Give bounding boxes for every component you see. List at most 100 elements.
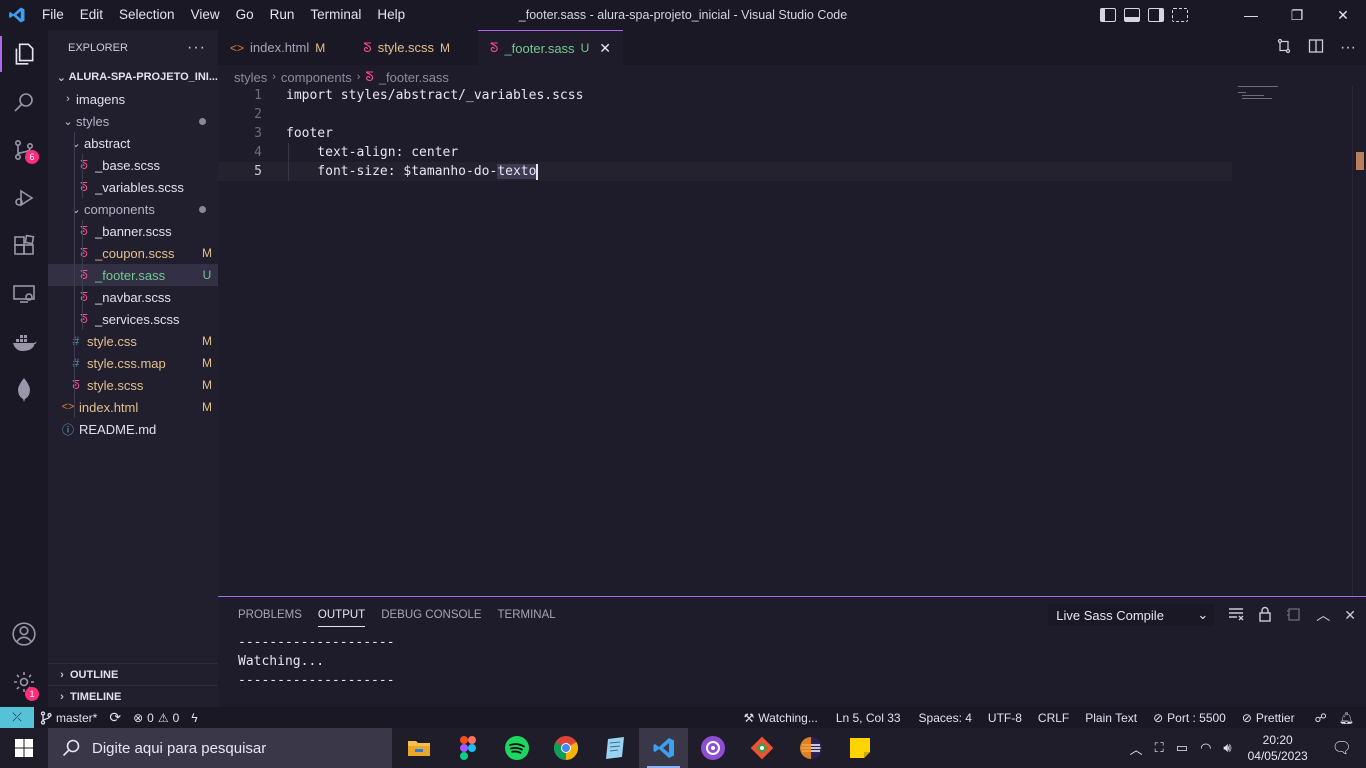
indentation[interactable]: Spaces: 4 (913, 711, 978, 725)
customize-layout-icon[interactable] (1172, 8, 1188, 22)
spotify-icon[interactable] (492, 728, 541, 768)
clock[interactable]: 20:20 04/05/2023 (1238, 732, 1318, 764)
problems-indicator[interactable]: ⊗ 0 ⚠ 0 (127, 711, 185, 725)
lock-scroll-icon[interactable] (1258, 606, 1272, 625)
wifi-icon[interactable]: ◠ (1194, 740, 1217, 756)
remote-indicator-icon[interactable]: ⤫ (0, 707, 34, 728)
tree-folder[interactable]: ⌄ styles (48, 110, 218, 132)
chrome-icon[interactable] (541, 728, 590, 768)
output-channel-select[interactable]: Live Sass Compile ⌄ (1048, 604, 1215, 626)
source-control-icon[interactable]: 6 (0, 126, 48, 174)
manage-gear-icon[interactable]: 1 (0, 658, 48, 706)
panel-tab-output[interactable]: OUTPUT (310, 597, 373, 633)
toggle-secondary-sidebar-icon[interactable] (1148, 8, 1164, 22)
more-actions-icon[interactable]: ··· (1340, 39, 1356, 57)
workspace-root[interactable]: ⌄ ALURA-SPA-PROJETO_INI... (48, 66, 218, 88)
lightning-icon[interactable]: ϟ (185, 711, 203, 725)
system-tray: ︿ ⛶ ▭ ◠ 🔊︎ 20:20 04/05/2023 🗨︎ (1124, 728, 1366, 768)
search-icon[interactable] (0, 78, 48, 126)
meet-now-icon[interactable]: ⛶ (1149, 740, 1170, 756)
live-sass-watching[interactable]: ⚒ Watching... (737, 711, 823, 725)
tree-label: imagens (76, 91, 126, 107)
remote-explorer-icon[interactable] (0, 270, 48, 318)
end-of-line[interactable]: CRLF (1032, 711, 1075, 725)
open-changes-icon[interactable] (1276, 38, 1292, 57)
editor-tabs: <> index.html M ᘕ style.scss M ᘕ _footer… (218, 30, 1366, 65)
timeline-section[interactable]: › TIMELINE (48, 685, 218, 707)
sync-icon[interactable]: ⟳ (103, 709, 127, 726)
menu-go[interactable]: Go (228, 0, 262, 30)
git-branch[interactable]: master* (34, 711, 103, 725)
windows-start-icon[interactable] (0, 728, 48, 768)
feedback-icon[interactable]: ☍ (1309, 711, 1333, 725)
tree-folder[interactable]: › imagens (48, 88, 218, 110)
battery-icon[interactable]: ▭ (1170, 740, 1194, 756)
chevron-right-icon: › (272, 71, 276, 83)
more-actions-icon[interactable]: ··· (187, 39, 206, 57)
source-control-badge: 6 (25, 150, 39, 164)
close-panel-icon[interactable]: ✕ (1344, 607, 1356, 624)
code-editor[interactable]: 1 import styles/abstract/_variables.scss… (218, 86, 1366, 596)
minimap[interactable] (1238, 86, 1288, 106)
git-status: M (202, 246, 212, 260)
toggle-sidebar-icon[interactable] (1100, 8, 1116, 22)
git-icon[interactable] (737, 728, 786, 768)
volume-icon[interactable]: 🔊︎ (1217, 740, 1237, 756)
menu-terminal[interactable]: Terminal (302, 0, 369, 30)
extensions-icon[interactable] (0, 222, 48, 270)
encoding[interactable]: UTF-8 (982, 711, 1028, 725)
notepad-icon[interactable] (590, 728, 639, 768)
vscode-logo-icon (0, 0, 34, 30)
eclipse-icon[interactable] (786, 728, 835, 768)
panel-tab-problems[interactable]: PROBLEMS (230, 597, 310, 633)
panel-tab-debug-console[interactable]: DEBUG CONSOLE (373, 597, 489, 633)
notifications-bell-icon[interactable]: 🔔︎ (1333, 711, 1360, 725)
notifications-icon[interactable]: 🗨︎ (1318, 738, 1366, 758)
outline-section[interactable]: › OUTLINE (48, 663, 218, 685)
restore-button[interactable]: ❐ (1274, 0, 1320, 30)
live-server-port[interactable]: ⊘ Port : 5500 (1147, 711, 1232, 725)
menu-file[interactable]: File (34, 0, 72, 30)
prettier-status[interactable]: ⊘ Prettier (1236, 711, 1301, 725)
workspace-root-label: ALURA-SPA-PROJETO_INI... (68, 71, 218, 83)
language-mode[interactable]: Plain Text (1079, 711, 1143, 725)
sticky-notes-icon[interactable] (835, 728, 884, 768)
breadcrumb-item[interactable]: components (281, 70, 352, 85)
mongodb-icon[interactable] (0, 366, 48, 414)
menu-selection[interactable]: Selection (111, 0, 183, 30)
open-in-editor-icon[interactable] (1286, 606, 1302, 625)
menu-edit[interactable]: Edit (72, 0, 111, 30)
tab-index-html[interactable]: <> index.html M (218, 30, 338, 65)
accounts-icon[interactable] (0, 610, 48, 658)
breadcrumb-item[interactable]: styles (234, 70, 267, 85)
code-text: import styles/abstract/_variables.scss (286, 88, 584, 103)
cursor-position[interactable]: Ln 5, Col 33 (830, 711, 907, 725)
sass-file-icon: ᘕ (80, 311, 88, 326)
vscode-icon[interactable] (639, 728, 688, 768)
tab-footer-sass[interactable]: ᘕ _footer.sass U ✕ (478, 30, 623, 65)
docker-icon[interactable] (0, 318, 48, 366)
minimize-button[interactable]: — (1228, 0, 1274, 30)
run-debug-icon[interactable] (0, 174, 48, 222)
menu-run[interactable]: Run (262, 0, 303, 30)
close-tab-icon[interactable]: ✕ (599, 40, 611, 57)
maximize-panel-icon[interactable]: ︿ (1316, 605, 1330, 625)
breadcrumb: styles › components › ᘕ _footer.sass (234, 66, 449, 88)
file-explorer-icon[interactable] (394, 728, 443, 768)
split-editor-icon[interactable] (1308, 38, 1324, 57)
taskbar-search-box[interactable]: Digite aqui para pesquisar (48, 728, 392, 768)
show-hidden-icons-icon[interactable]: ︿ (1124, 739, 1149, 758)
menu-help[interactable]: Help (369, 0, 413, 30)
tree-file[interactable]: ⓘ README.md (48, 418, 218, 440)
menu-view[interactable]: View (183, 0, 228, 30)
breadcrumb-item[interactable]: _footer.sass (379, 70, 449, 85)
panel-tab-terminal[interactable]: TERMINAL (490, 597, 564, 633)
close-button[interactable]: ✕ (1320, 0, 1366, 30)
explorer-icon[interactable] (0, 30, 48, 78)
tree-indent-guide (82, 220, 83, 330)
github-desktop-icon[interactable] (688, 728, 737, 768)
toggle-panel-icon[interactable] (1124, 8, 1140, 22)
figma-icon[interactable] (443, 728, 492, 768)
tab-style-scss[interactable]: ᘕ style.scss M (337, 30, 463, 65)
clear-output-icon[interactable] (1228, 607, 1244, 624)
